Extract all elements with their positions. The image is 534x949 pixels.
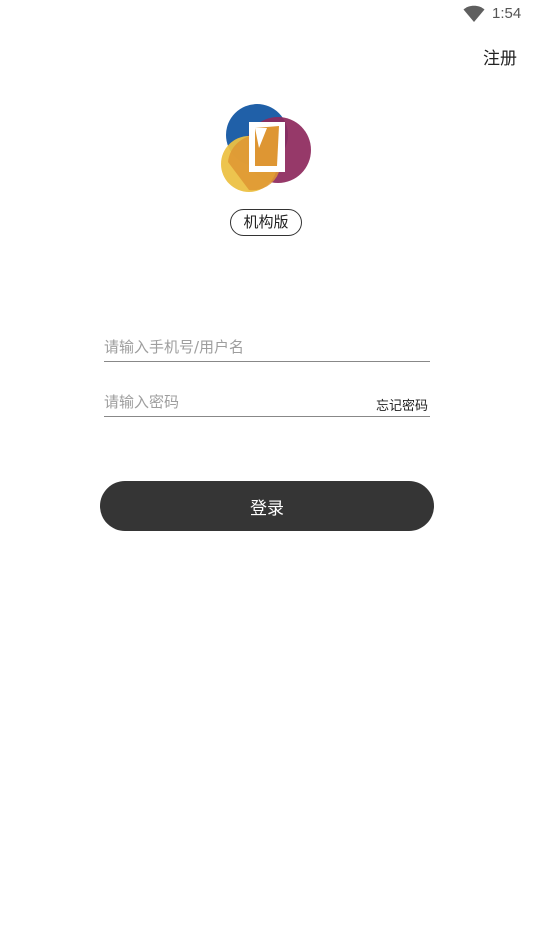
- app-logo-icon: [221, 104, 311, 192]
- org-version-badge: 机构版: [230, 209, 302, 236]
- password-field: 忘记密码: [104, 389, 430, 417]
- phone-field: [104, 334, 430, 362]
- status-bar: 1:54: [0, 0, 534, 30]
- wifi-icon: [463, 5, 485, 23]
- password-input[interactable]: [104, 389, 364, 415]
- status-time: 1:54: [492, 5, 522, 22]
- forgot-password-link[interactable]: 忘记密码: [376, 395, 428, 414]
- phone-input[interactable]: [104, 334, 430, 360]
- login-button[interactable]: 登录: [100, 481, 434, 531]
- register-link[interactable]: 注册: [483, 44, 517, 69]
